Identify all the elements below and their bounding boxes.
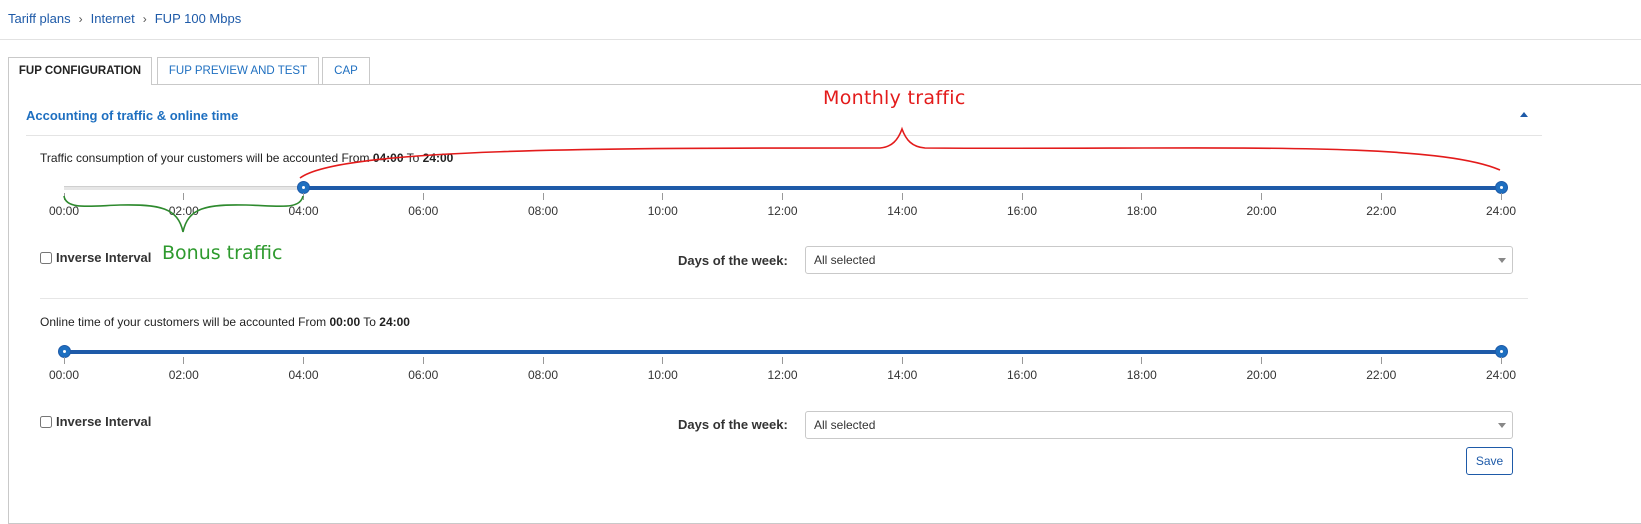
slider-tick bbox=[1261, 193, 1262, 200]
slider-selected-range bbox=[64, 350, 1501, 354]
slider-tick bbox=[1261, 357, 1262, 364]
online-desc-to: To bbox=[360, 315, 380, 329]
slider-tick-label: 12:00 bbox=[767, 368, 798, 382]
slider-tick-label: 04:00 bbox=[288, 368, 319, 382]
online-days-label: Days of the week: bbox=[678, 417, 788, 432]
traffic-inverse-checkbox[interactable] bbox=[40, 251, 52, 264]
online-desc-prefix: Online time of your customers will be ac… bbox=[40, 315, 330, 329]
slider-tick bbox=[1141, 357, 1143, 364]
traffic-inverse-interval[interactable]: Inverse Interval bbox=[40, 250, 151, 265]
slider-tick-label: 08:00 bbox=[527, 368, 559, 382]
slider-tick bbox=[542, 357, 544, 364]
slider-tick bbox=[782, 193, 783, 200]
slider-tick bbox=[1500, 357, 1502, 364]
dropdown-arrow-icon bbox=[1498, 258, 1506, 263]
slider-tick-label: 18:00 bbox=[1126, 204, 1157, 218]
slider-tick-label: 20:00 bbox=[1246, 368, 1277, 382]
online-inverse-checkbox[interactable] bbox=[40, 415, 52, 428]
dropdown-arrow-icon bbox=[1498, 423, 1506, 428]
slider-tick bbox=[1500, 193, 1502, 200]
breadcrumb: Tariff plans › Internet › FUP 100 Mbps bbox=[8, 11, 241, 26]
online-days-select[interactable]: All selected bbox=[805, 411, 1513, 439]
traffic-days-value: All selected bbox=[814, 253, 876, 267]
tab-cap[interactable]: CAP bbox=[322, 57, 370, 84]
bonus-traffic-annotation: Bonus traffic bbox=[162, 242, 283, 264]
slider-tick-label: 24:00 bbox=[1485, 204, 1517, 218]
slider-tick bbox=[63, 193, 65, 200]
slider-tick-label: 18:00 bbox=[1126, 368, 1157, 382]
caret-up-icon[interactable] bbox=[1520, 112, 1528, 117]
slider-tick-label: 14:00 bbox=[887, 368, 918, 382]
slider-tick bbox=[303, 193, 304, 200]
slider-tick bbox=[1380, 193, 1382, 200]
traffic-to-value: 24:00 bbox=[422, 151, 454, 165]
slider-tick-label: 12:00 bbox=[767, 204, 798, 218]
slider-tick-label: 02:00 bbox=[168, 204, 199, 218]
slider-tick bbox=[183, 357, 185, 364]
slider-tick-label: 22:00 bbox=[1366, 204, 1397, 218]
slider-tick-label: 00:00 bbox=[48, 368, 80, 382]
slider-tick bbox=[63, 357, 65, 364]
breadcrumb-current-plan[interactable]: FUP 100 Mbps bbox=[155, 11, 241, 26]
traffic-from-value: 04:00 bbox=[372, 151, 404, 165]
traffic-desc-to: To bbox=[403, 151, 423, 165]
tab-fup-configuration[interactable]: FUP CONFIGURATION bbox=[8, 57, 152, 85]
slider-tick bbox=[782, 357, 783, 364]
save-button[interactable]: Save bbox=[1466, 447, 1513, 475]
online-days-value: All selected bbox=[814, 418, 876, 432]
breadcrumb-internet[interactable]: Internet bbox=[91, 11, 135, 26]
slider-tick-label: 08:00 bbox=[527, 204, 559, 218]
slider-tick bbox=[1021, 357, 1023, 364]
section-divider bbox=[26, 135, 1542, 136]
slider-tick-label: 06:00 bbox=[408, 368, 439, 382]
block-divider bbox=[40, 298, 1528, 299]
slider-tick bbox=[1021, 193, 1023, 200]
traffic-days-select[interactable]: All selected bbox=[805, 246, 1513, 274]
slider-tick-label: 06:00 bbox=[408, 204, 439, 218]
slider-tick bbox=[901, 193, 903, 200]
slider-tick-label: 16:00 bbox=[1006, 204, 1038, 218]
slider-tick-label: 10:00 bbox=[647, 204, 678, 218]
slider-tick-label: 04:00 bbox=[288, 204, 319, 218]
breadcrumb-tariff-plans[interactable]: Tariff plans bbox=[8, 11, 71, 26]
slider-tick-label: 00:00 bbox=[48, 204, 80, 218]
chevron-right-icon: › bbox=[78, 11, 83, 26]
slider-tick bbox=[901, 357, 903, 364]
slider-tick bbox=[1380, 357, 1382, 364]
online-description: Online time of your customers will be ac… bbox=[40, 315, 410, 329]
section-title[interactable]: Accounting of traffic & online time bbox=[26, 108, 238, 123]
online-to-value: 24:00 bbox=[379, 315, 410, 329]
online-inverse-interval[interactable]: Inverse Interval bbox=[40, 414, 151, 429]
slider-tick-label: 16:00 bbox=[1006, 368, 1038, 382]
slider-selected-range bbox=[303, 186, 1501, 190]
monthly-traffic-annotation: Monthly traffic bbox=[823, 87, 966, 109]
slider-tick-label: 02:00 bbox=[168, 368, 199, 382]
slider-tick-label: 10:00 bbox=[647, 368, 678, 382]
slider-tick bbox=[542, 193, 544, 200]
online-inverse-label: Inverse Interval bbox=[56, 414, 152, 429]
slider-tick bbox=[662, 357, 664, 364]
slider-tick-label: 24:00 bbox=[1485, 368, 1517, 382]
online-from-value: 00:00 bbox=[329, 315, 361, 329]
slider-tick-label: 20:00 bbox=[1246, 204, 1277, 218]
traffic-description: Traffic consumption of your customers wi… bbox=[40, 151, 453, 165]
slider-tick bbox=[303, 357, 304, 364]
header-divider bbox=[0, 39, 1641, 40]
traffic-inverse-label: Inverse Interval bbox=[56, 250, 152, 265]
traffic-days-label: Days of the week: bbox=[678, 253, 788, 268]
slider-tick bbox=[662, 193, 664, 200]
slider-tick bbox=[1141, 193, 1143, 200]
slider-tick-label: 14:00 bbox=[887, 204, 918, 218]
tab-fup-preview-and-test[interactable]: FUP PREVIEW AND TEST bbox=[157, 57, 319, 84]
slider-tick bbox=[422, 357, 424, 364]
tab-panel bbox=[8, 84, 1641, 524]
chevron-right-icon: › bbox=[142, 11, 147, 26]
slider-tick bbox=[422, 193, 424, 200]
slider-tick-label: 22:00 bbox=[1366, 368, 1397, 382]
traffic-desc-prefix: Traffic consumption of your customers wi… bbox=[40, 151, 373, 165]
slider-tick bbox=[183, 193, 185, 200]
